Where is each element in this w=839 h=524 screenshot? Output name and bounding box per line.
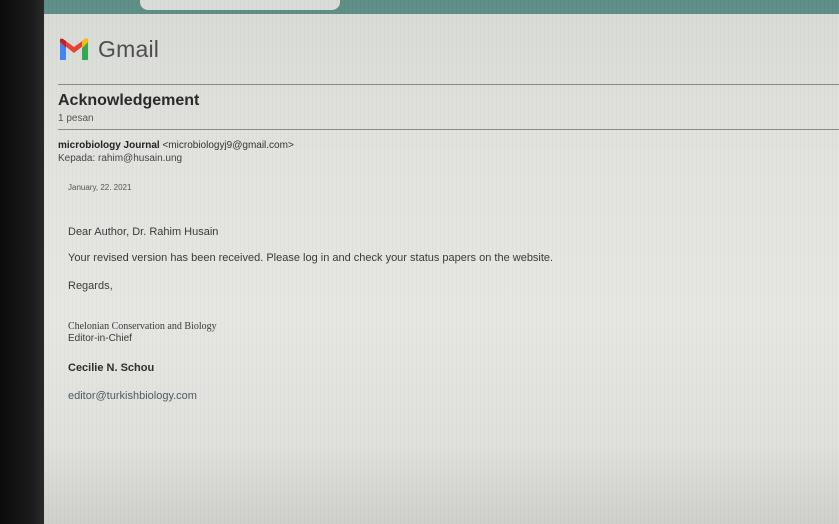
sender-line: microbiology Journal <microbiologyj9@gma… [58,140,294,151]
screen-shadow [44,444,839,524]
signer-name: Cecilie N. Schou [68,362,155,374]
gmail-logo-icon[interactable] [58,38,90,62]
gmail-screen: Gmail Acknowledgement 1 pesan microbiolo… [44,0,839,524]
closing: Regards, [68,280,113,292]
journal-name: Chelonian Conservation and Biology [68,321,217,332]
message-count: 1 pesan [58,113,94,124]
editor-role: Editor-in-Chief [68,333,132,344]
message-date: January, 22. 2021 [68,183,132,192]
gmail-wordmark: Gmail [98,36,160,62]
gmail-header: Gmail [58,36,159,63]
browser-tab[interactable] [140,0,340,10]
sender-email[interactable]: <microbiologyj9@gmail.com> [162,140,293,151]
recipient-line: Kepada: rahim@husain.ung [58,153,183,164]
photo-frame: Gmail Acknowledgement 1 pesan microbiolo… [0,0,839,524]
sender-name[interactable]: microbiology Journal [58,140,160,151]
device-bezel [0,0,44,524]
subject-divider [58,129,839,130]
email-subject: Acknowledgement [58,92,200,109]
browser-top-bar [44,0,839,14]
greeting: Dear Author, Dr. Rahim Husain [68,226,219,238]
signer-email-link[interactable]: editor@turkishbiology.com [68,390,197,402]
header-divider [58,84,839,85]
message-body: Your revised version has been received. … [68,252,554,264]
